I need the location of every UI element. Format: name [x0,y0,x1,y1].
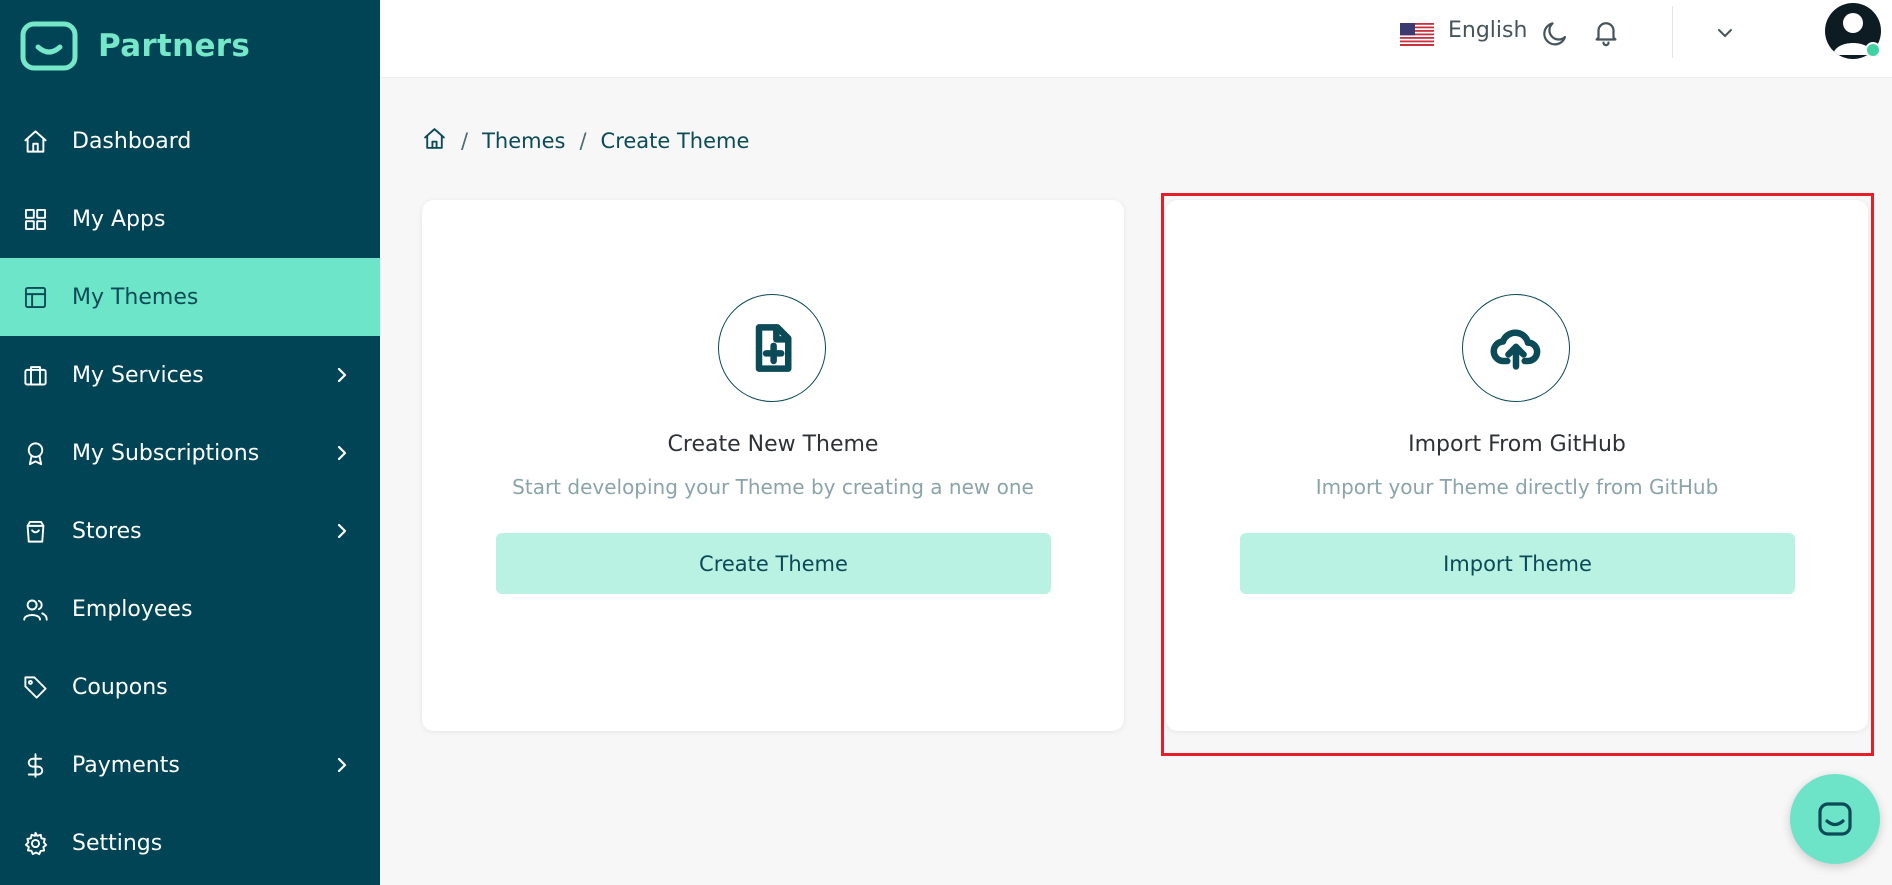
online-status-dot [1865,42,1881,58]
home-icon[interactable] [422,126,447,156]
sidebar-item-stores[interactable]: Stores [0,492,380,570]
sidebar-item-coupons[interactable]: Coupons [0,648,380,726]
breadcrumb-separator: / [461,129,469,153]
sidebar: Partners Dashboard My Apps My Themes My … [0,0,380,885]
breadcrumb-current: Create Theme [600,129,750,153]
sidebar-item-label: Dashboard [72,128,192,154]
highlight-box [1161,193,1874,756]
sidebar-item-label: My Subscriptions [72,440,260,466]
layout-icon [20,282,50,312]
language-selector[interactable]: English [1448,18,1527,43]
header-divider [1672,6,1673,58]
bell-icon[interactable] [1591,17,1621,47]
dollar-icon [20,750,50,780]
sidebar-item-settings[interactable]: Settings [0,804,380,882]
sidebar-nav: Dashboard My Apps My Themes My Services [0,102,380,882]
sidebar-item-label: Coupons [72,674,168,700]
sidebar-item-label: Employees [72,596,193,622]
breadcrumb: / Themes / Create Theme [422,126,749,156]
chevron-right-icon [334,757,350,773]
moon-icon[interactable] [1540,19,1570,49]
tag-icon [20,672,50,702]
chevron-down-icon[interactable] [1714,22,1736,44]
users-icon [20,594,50,624]
sidebar-item-my-subscriptions[interactable]: My Subscriptions [0,414,380,492]
sidebar-item-label: Payments [72,752,180,778]
sidebar-item-label: My Apps [72,206,166,232]
chevron-right-icon [334,367,350,383]
sidebar-item-employees[interactable]: Employees [0,570,380,648]
create-new-theme-card: Create New Theme Start developing your T… [422,200,1124,731]
briefcase-icon [20,360,50,390]
home-icon [20,126,50,156]
sidebar-item-label: My Services [72,362,204,388]
sidebar-item-label: My Themes [72,284,199,310]
chevron-right-icon [334,445,350,461]
award-icon [20,438,50,468]
breadcrumb-themes-link[interactable]: Themes [482,129,565,153]
card-title: Create New Theme [667,432,879,457]
sidebar-item-label: Settings [72,830,163,856]
top-header: English [380,0,1892,78]
sidebar-item-my-themes[interactable]: My Themes [0,258,380,336]
sidebar-item-label: Stores [72,518,142,544]
brand-name: Partners [98,28,251,64]
sidebar-item-dashboard[interactable]: Dashboard [0,102,380,180]
brand[interactable]: Partners [20,18,250,74]
sidebar-item-payments[interactable]: Payments [0,726,380,804]
card-description: Start developing your Theme by creating … [512,475,1034,499]
create-theme-button[interactable]: Create Theme [496,533,1051,594]
grid-icon [20,204,50,234]
chat-button[interactable] [1790,774,1880,864]
file-plus-icon [718,294,826,402]
us-flag-icon[interactable] [1400,23,1434,46]
partners-logo-icon [20,21,78,71]
breadcrumb-separator: / [579,129,587,153]
chevron-right-icon [334,523,350,539]
sidebar-item-my-apps[interactable]: My Apps [0,180,380,258]
gear-icon [20,828,50,858]
chat-icon [1818,802,1852,836]
shopping-bag-icon [20,516,50,546]
sidebar-item-my-services[interactable]: My Services [0,336,380,414]
